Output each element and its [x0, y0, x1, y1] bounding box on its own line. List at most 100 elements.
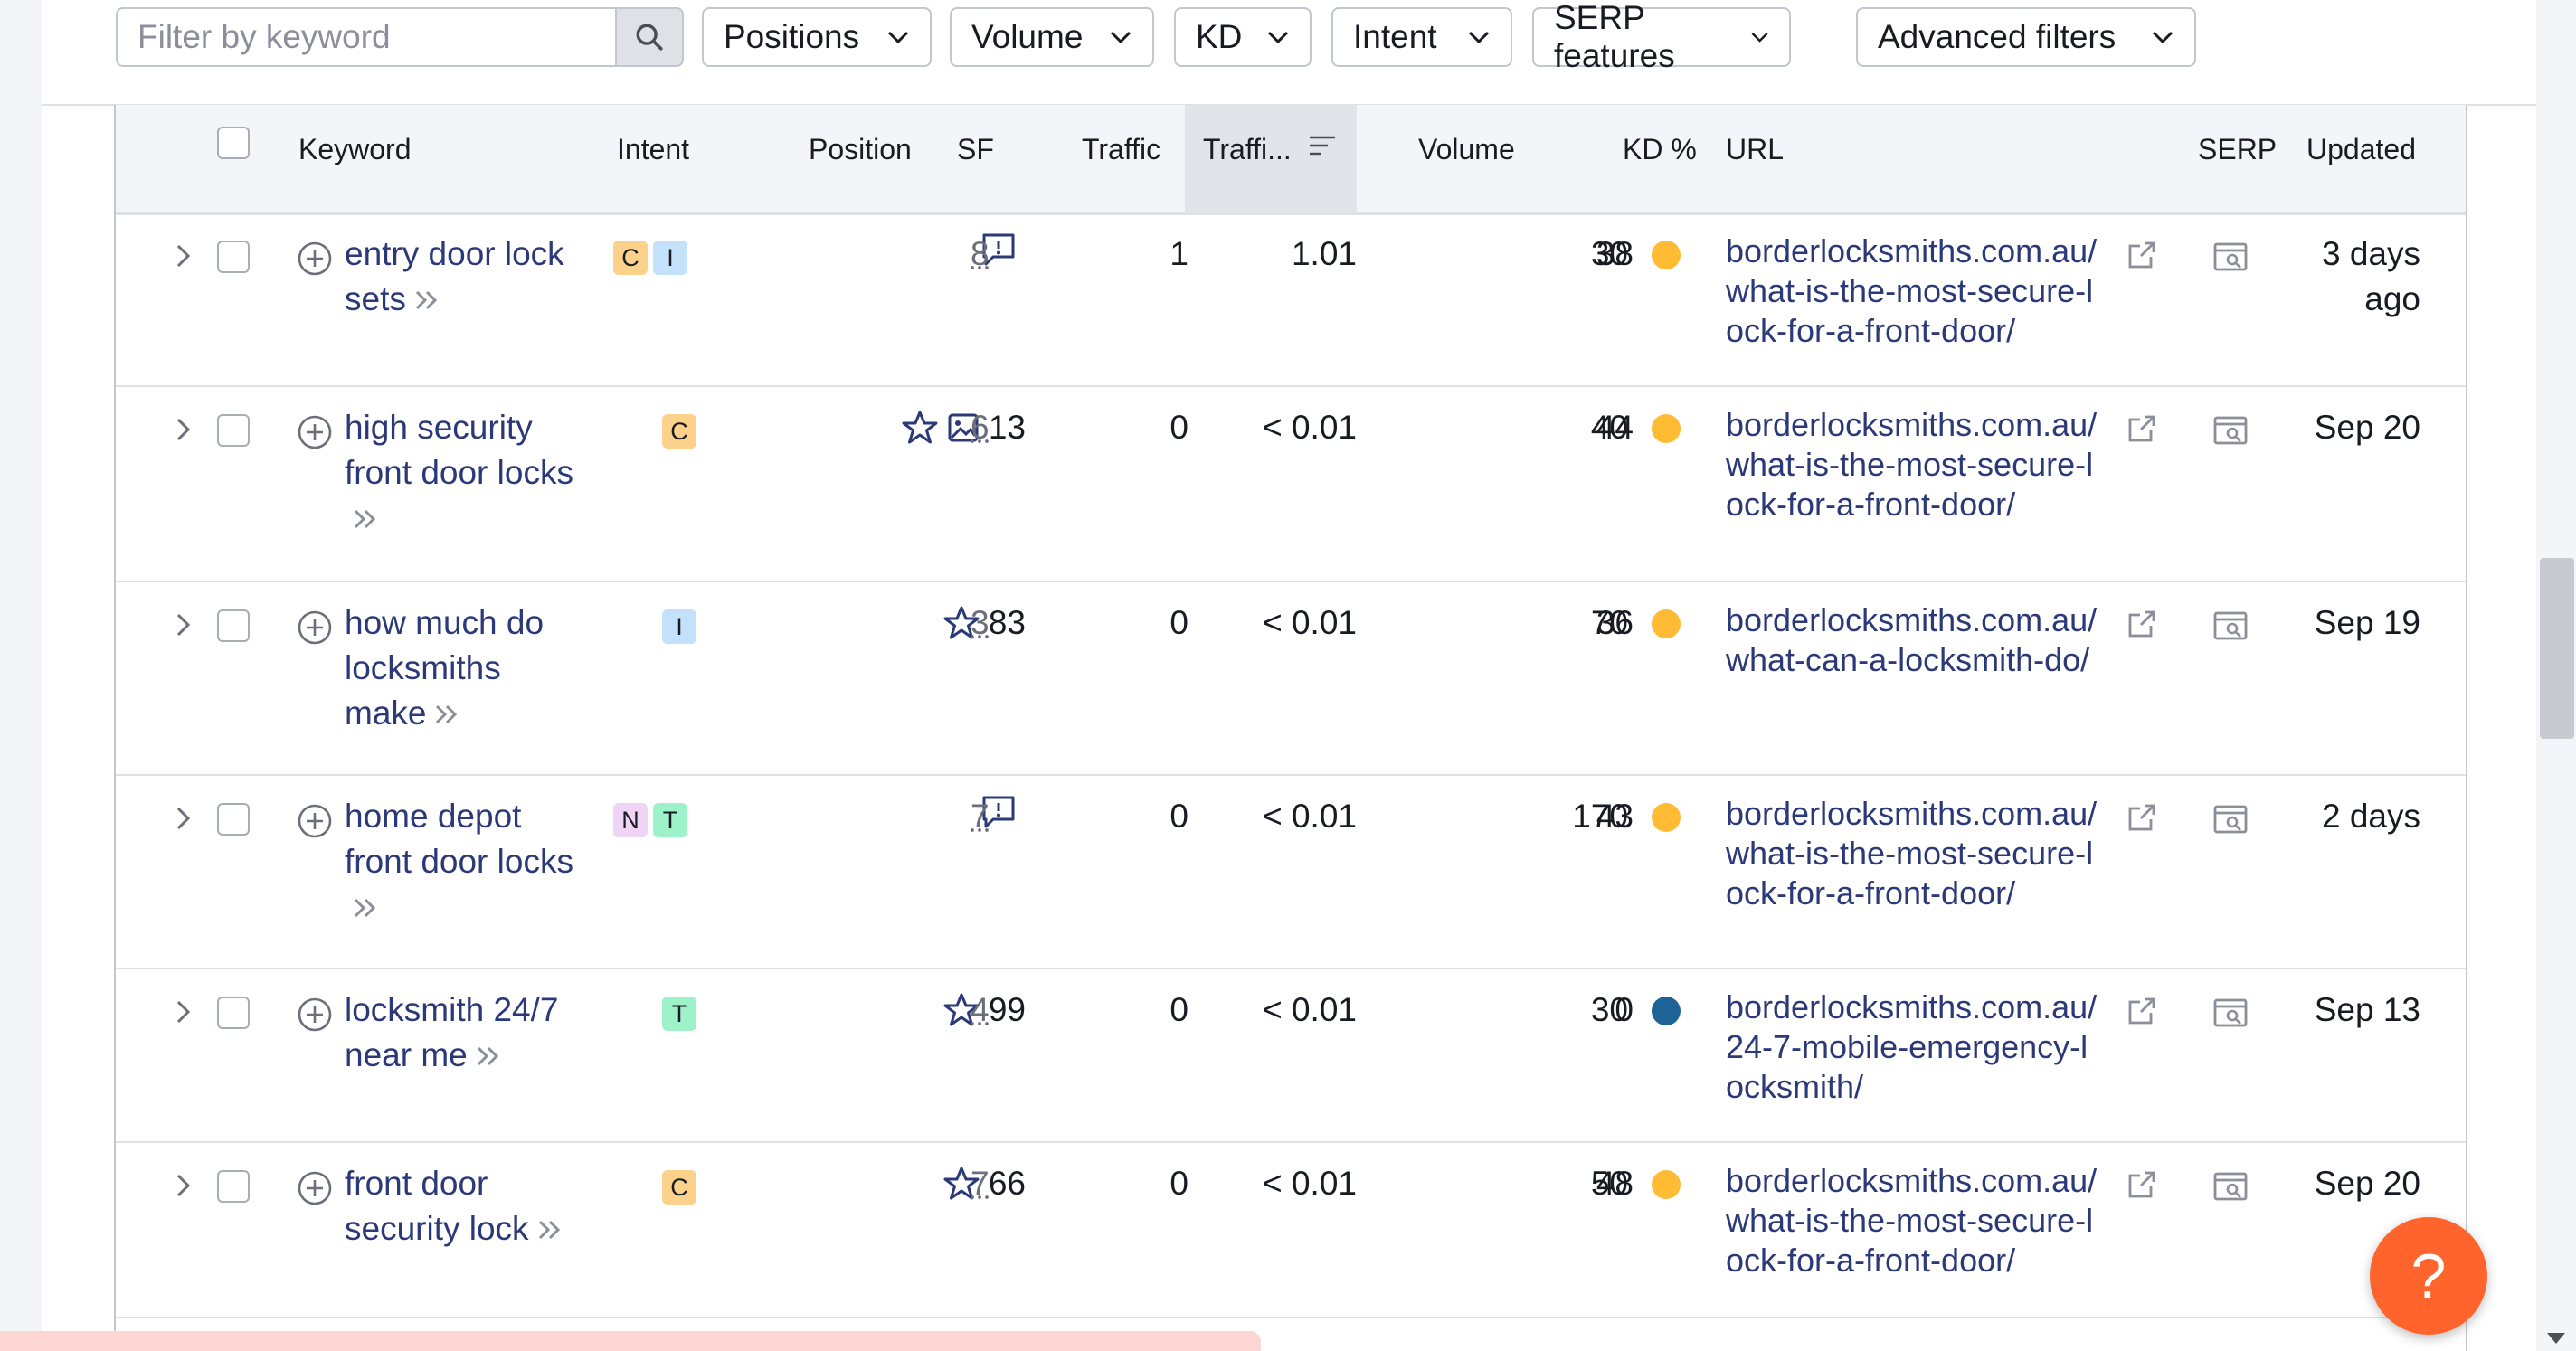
position-number: 99	[988, 991, 1026, 1028]
external-link-icon[interactable]	[2126, 1168, 2158, 1201]
serp-snapshot-icon[interactable]	[2212, 241, 2249, 273]
select-all-checkbox[interactable]	[217, 127, 250, 159]
keyword-link[interactable]: home depot front door locks	[345, 794, 580, 931]
external-link-icon[interactable]	[2126, 412, 2158, 445]
serp-features-count[interactable]: 4	[971, 987, 990, 1033]
table-row[interactable]: locksmith 24/7 near me T 99 4 0 < 0.01 3…	[116, 969, 2466, 1143]
url-link[interactable]: borderlocksmiths.com.au/what-can-a-locks…	[1726, 600, 2106, 680]
column-header-keyword[interactable]: Keyword	[298, 105, 412, 212]
chevron-down-icon	[1267, 31, 1289, 44]
row-checkbox[interactable]	[217, 997, 250, 1029]
serp-features-count[interactable]: 3	[971, 600, 990, 646]
column-header-sf[interactable]: SF	[957, 105, 994, 212]
intent-badge-T: T	[653, 803, 687, 837]
external-link-icon[interactable]	[2126, 608, 2158, 640]
serp-features-count[interactable]: 6	[971, 405, 990, 450]
url-link[interactable]: borderlocksmiths.com.au/what-is-the-most…	[1726, 794, 2106, 913]
keyword-link[interactable]: high security front door locks	[345, 405, 580, 543]
chevron-right-icon[interactable]	[174, 242, 194, 269]
serp-features-count[interactable]: 7	[971, 1161, 990, 1206]
updated-value: 2 days	[2321, 798, 2420, 835]
chevron-right-icon[interactable]	[174, 998, 194, 1025]
serp-snapshot-icon[interactable]	[2212, 414, 2249, 447]
column-header-url[interactable]: URL	[1726, 105, 1784, 212]
url-link[interactable]: borderlocksmiths.com.au/what-is-the-most…	[1726, 405, 2106, 524]
help-button[interactable]: ?	[2370, 1217, 2487, 1335]
column-header-intent[interactable]: Intent	[617, 105, 689, 212]
serp-snapshot-icon[interactable]	[2212, 997, 2249, 1029]
serp-features-count[interactable]: 8	[971, 231, 990, 277]
column-header-updated[interactable]: Updated	[2306, 105, 2416, 212]
chevron-right-icon[interactable]	[174, 805, 194, 832]
url-link[interactable]: borderlocksmiths.com.au/what-is-the-most…	[1726, 1161, 2106, 1280]
keyword-text: entry door lock sets	[345, 235, 564, 317]
double-chevron-right-icon[interactable]	[413, 279, 440, 324]
add-to-list-icon[interactable]	[297, 803, 333, 839]
kd-difficulty-dot	[1652, 1170, 1681, 1199]
double-chevron-right-icon[interactable]	[352, 886, 379, 931]
scrollbar-thumb[interactable]	[2540, 558, 2574, 739]
serp-features-filter-dropdown[interactable]: SERP features	[1532, 0, 1791, 74]
kd-filter-dropdown[interactable]: KD	[1174, 7, 1312, 67]
table-row[interactable]: entry door lock sets CI 8 1 1.01 30 38 b…	[116, 213, 2466, 387]
table-row[interactable]: front door security lock C 66 7 0 < 0.01…	[116, 1143, 2466, 1318]
volume-filter-dropdown[interactable]: Volume	[950, 7, 1154, 67]
table-row[interactable]: high security front door locks C 13 6 0 …	[116, 387, 2466, 582]
add-to-list-icon[interactable]	[297, 241, 333, 277]
traffic-value: 0	[1170, 409, 1189, 446]
serp-snapshot-icon[interactable]	[2212, 609, 2249, 642]
double-chevron-right-icon[interactable]	[475, 1035, 502, 1080]
double-chevron-right-icon[interactable]	[536, 1208, 564, 1253]
column-header-kd[interactable]: KD %	[1623, 105, 1697, 212]
keyword-link[interactable]: locksmith 24/7 near me	[345, 987, 580, 1080]
traffic-percent-value: 1.01	[1291, 235, 1357, 272]
serp-snapshot-icon[interactable]	[2212, 803, 2249, 836]
row-checkbox[interactable]	[217, 241, 250, 273]
keyword-link[interactable]: how much do locksmiths make	[345, 600, 580, 738]
position-value: 13	[902, 405, 1026, 450]
table-row[interactable]: how much do locksmiths make I 83 3 0 < 0…	[116, 582, 2466, 776]
external-link-icon[interactable]	[2126, 995, 2158, 1027]
table-row[interactable]: home depot front door locks NT 7 0 < 0.0…	[116, 776, 2466, 969]
keyword-filter-input[interactable]	[118, 9, 617, 65]
intent-badges: I	[662, 609, 696, 644]
row-checkbox[interactable]	[217, 414, 250, 447]
external-link-icon[interactable]	[2126, 239, 2158, 271]
add-to-list-icon[interactable]	[297, 414, 333, 450]
external-link-icon[interactable]	[2126, 801, 2158, 834]
column-header-serp[interactable]: SERP	[2198, 105, 2277, 212]
keyword-link[interactable]: entry door lock sets	[345, 231, 580, 324]
serp-snapshot-icon[interactable]	[2212, 1170, 2249, 1203]
serp-features-count[interactable]: 7	[971, 794, 990, 839]
add-to-list-icon[interactable]	[297, 609, 333, 646]
column-header-position[interactable]: Position	[809, 105, 912, 212]
chevron-right-icon[interactable]	[174, 1172, 194, 1199]
chevron-right-icon[interactable]	[174, 416, 194, 443]
row-checkbox[interactable]	[217, 1170, 250, 1203]
advanced-filters-dropdown[interactable]: Advanced filters	[1856, 7, 2196, 67]
chevron-right-icon[interactable]	[174, 611, 194, 638]
search-icon	[636, 24, 663, 51]
column-header-traffic-percent[interactable]: Traffi...	[1185, 105, 1357, 212]
row-checkbox[interactable]	[217, 803, 250, 836]
intent-badge-I: I	[653, 241, 687, 275]
traffic-percent-value: < 0.01	[1263, 798, 1357, 835]
double-chevron-right-icon[interactable]	[433, 693, 460, 738]
keywords-table: Keyword Intent Position SF Traffic Traff…	[114, 105, 2467, 1351]
intent-badge-C: C	[613, 241, 648, 275]
url-link[interactable]: borderlocksmiths.com.au/what-is-the-most…	[1726, 231, 2106, 351]
positions-filter-dropdown[interactable]: Positions	[702, 7, 932, 67]
column-header-traffic[interactable]: Traffic	[1082, 105, 1160, 212]
add-to-list-icon[interactable]	[297, 997, 333, 1033]
double-chevron-right-icon[interactable]	[352, 497, 379, 543]
column-header-volume[interactable]: Volume	[1418, 105, 1515, 212]
kd-filter-label: KD	[1196, 18, 1243, 55]
url-link[interactable]: borderlocksmiths.com.au/24-7-mobile-emer…	[1726, 987, 2106, 1107]
keyword-link[interactable]: front door security lock	[345, 1161, 580, 1253]
scroll-down-arrow-icon[interactable]	[2543, 1329, 2569, 1347]
intent-badges: T	[662, 997, 696, 1031]
intent-filter-dropdown[interactable]: Intent	[1331, 7, 1512, 67]
row-checkbox[interactable]	[217, 609, 250, 642]
search-button[interactable]	[615, 7, 684, 67]
add-to-list-icon[interactable]	[297, 1170, 333, 1206]
